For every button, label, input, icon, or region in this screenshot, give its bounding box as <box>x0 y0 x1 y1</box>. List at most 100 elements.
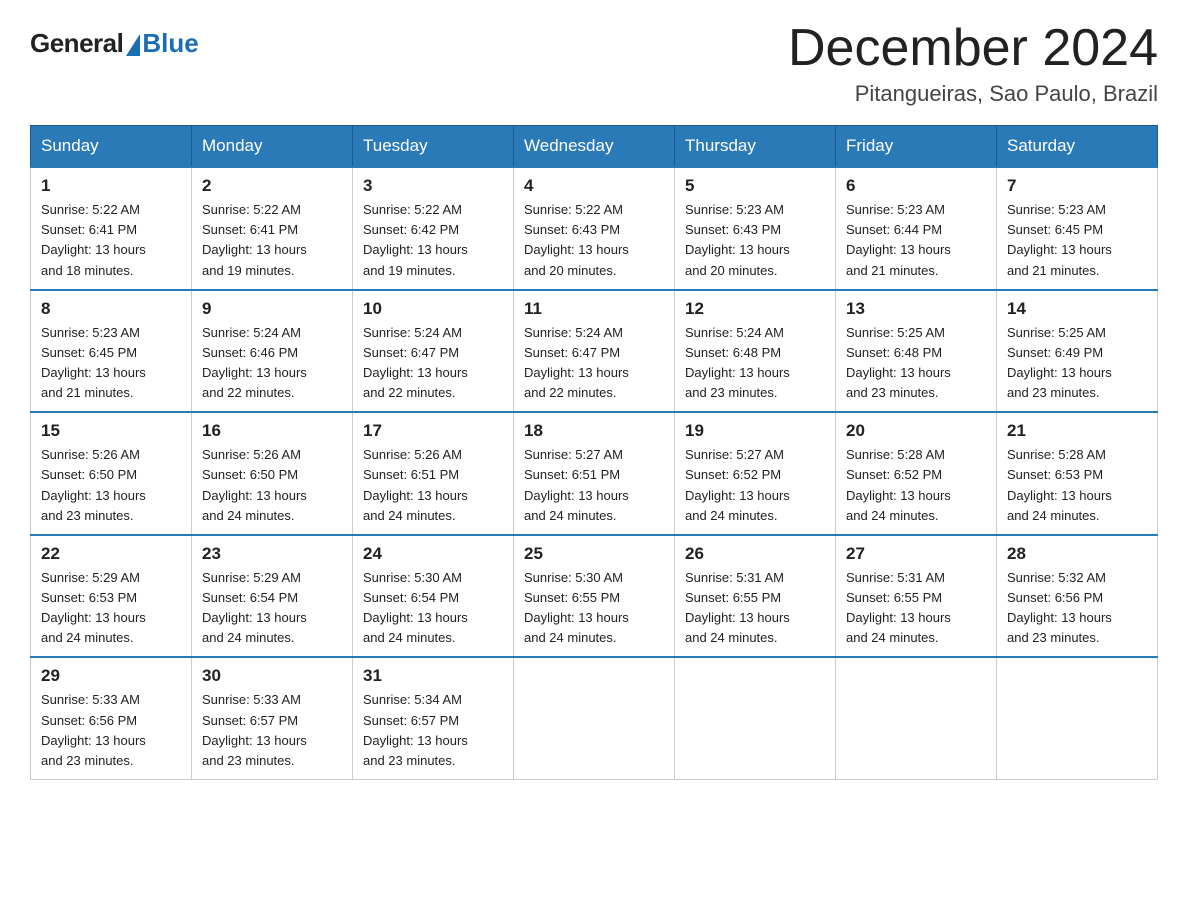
calendar-header-row: SundayMondayTuesdayWednesdayThursdayFrid… <box>31 126 1158 168</box>
calendar-cell: 24 Sunrise: 5:30 AMSunset: 6:54 PMDayligh… <box>353 535 514 658</box>
day-number: 9 <box>202 299 342 319</box>
calendar-cell: 29Sunrise: 5:33 AMSunset: 6:56 PMDayligh… <box>31 657 192 779</box>
header-monday: Monday <box>192 126 353 168</box>
calendar-cell: 25 Sunrise: 5:30 AMSunset: 6:55 PMDayligh… <box>514 535 675 658</box>
calendar-cell: 17 Sunrise: 5:26 AMSunset: 6:51 PMDayligh… <box>353 412 514 535</box>
day-info: Sunrise: 5:34 AMSunset: 6:57 PMDaylight:… <box>363 690 503 771</box>
calendar-cell: 3Sunrise: 5:22 AMSunset: 6:42 PMDaylight… <box>353 167 514 290</box>
month-title: December 2024 <box>788 20 1158 77</box>
calendar-cell: 15Sunrise: 5:26 AMSunset: 6:50 PMDayligh… <box>31 412 192 535</box>
day-number: 22 <box>41 544 181 564</box>
day-info: Sunrise: 5:22 AMSunset: 6:43 PMDaylight:… <box>524 200 664 281</box>
calendar-cell: 31 Sunrise: 5:34 AMSunset: 6:57 PMDayligh… <box>353 657 514 779</box>
calendar-cell: 2 Sunrise: 5:22 AMSunset: 6:41 PMDaylight… <box>192 167 353 290</box>
day-info: Sunrise: 5:25 AMSunset: 6:48 PMDaylight:… <box>846 323 986 404</box>
page-header: General Blue December 2024 Pitangueiras,… <box>30 20 1158 107</box>
day-number: 8 <box>41 299 181 319</box>
day-info: Sunrise: 5:24 AMSunset: 6:47 PMDaylight:… <box>363 323 503 404</box>
calendar-cell: 8 Sunrise: 5:23 AMSunset: 6:45 PMDaylight… <box>31 290 192 413</box>
day-info: Sunrise: 5:27 AMSunset: 6:52 PMDaylight:… <box>685 445 825 526</box>
day-number: 18 <box>524 421 664 441</box>
day-number: 17 <box>363 421 503 441</box>
day-info: Sunrise: 5:29 AMSunset: 6:53 PMDaylight:… <box>41 568 181 649</box>
day-number: 16 <box>202 421 342 441</box>
day-info: Sunrise: 5:29 AMSunset: 6:54 PMDaylight:… <box>202 568 342 649</box>
day-info: Sunrise: 5:28 AMSunset: 6:53 PMDaylight:… <box>1007 445 1147 526</box>
calendar-cell: 27Sunrise: 5:31 AMSunset: 6:55 PMDayligh… <box>836 535 997 658</box>
logo-general-text: General <box>30 28 123 59</box>
day-info: Sunrise: 5:22 AMSunset: 6:41 PMDaylight:… <box>202 200 342 281</box>
calendar-cell: 6 Sunrise: 5:23 AMSunset: 6:44 PMDaylight… <box>836 167 997 290</box>
day-number: 6 <box>846 176 986 196</box>
week-row-5: 29Sunrise: 5:33 AMSunset: 6:56 PMDayligh… <box>31 657 1158 779</box>
day-info: Sunrise: 5:24 AMSunset: 6:46 PMDaylight:… <box>202 323 342 404</box>
day-info: Sunrise: 5:23 AMSunset: 6:44 PMDaylight:… <box>846 200 986 281</box>
calendar-cell: 18Sunrise: 5:27 AMSunset: 6:51 PMDayligh… <box>514 412 675 535</box>
day-info: Sunrise: 5:33 AMSunset: 6:57 PMDaylight:… <box>202 690 342 771</box>
calendar-cell <box>997 657 1158 779</box>
calendar-table: SundayMondayTuesdayWednesdayThursdayFrid… <box>30 125 1158 780</box>
day-number: 21 <box>1007 421 1147 441</box>
calendar-cell: 20 Sunrise: 5:28 AMSunset: 6:52 PMDayligh… <box>836 412 997 535</box>
day-info: Sunrise: 5:30 AMSunset: 6:55 PMDaylight:… <box>524 568 664 649</box>
day-info: Sunrise: 5:23 AMSunset: 6:43 PMDaylight:… <box>685 200 825 281</box>
day-number: 27 <box>846 544 986 564</box>
day-info: Sunrise: 5:22 AMSunset: 6:41 PMDaylight:… <box>41 200 181 281</box>
calendar-cell <box>514 657 675 779</box>
day-number: 5 <box>685 176 825 196</box>
header-friday: Friday <box>836 126 997 168</box>
day-number: 31 <box>363 666 503 686</box>
day-number: 12 <box>685 299 825 319</box>
header-thursday: Thursday <box>675 126 836 168</box>
day-number: 10 <box>363 299 503 319</box>
day-number: 28 <box>1007 544 1147 564</box>
day-info: Sunrise: 5:24 AMSunset: 6:48 PMDaylight:… <box>685 323 825 404</box>
calendar-cell: 23Sunrise: 5:29 AMSunset: 6:54 PMDayligh… <box>192 535 353 658</box>
day-info: Sunrise: 5:32 AMSunset: 6:56 PMDaylight:… <box>1007 568 1147 649</box>
calendar-cell: 13 Sunrise: 5:25 AMSunset: 6:48 PMDayligh… <box>836 290 997 413</box>
calendar-cell <box>836 657 997 779</box>
day-number: 25 <box>524 544 664 564</box>
calendar-cell: 5 Sunrise: 5:23 AMSunset: 6:43 PMDaylight… <box>675 167 836 290</box>
day-number: 26 <box>685 544 825 564</box>
day-number: 2 <box>202 176 342 196</box>
header-saturday: Saturday <box>997 126 1158 168</box>
logo-blue-text: Blue <box>142 28 198 59</box>
week-row-1: 1 Sunrise: 5:22 AMSunset: 6:41 PMDaylight… <box>31 167 1158 290</box>
day-number: 24 <box>363 544 503 564</box>
calendar-cell: 26 Sunrise: 5:31 AMSunset: 6:55 PMDayligh… <box>675 535 836 658</box>
calendar-cell: 11Sunrise: 5:24 AMSunset: 6:47 PMDayligh… <box>514 290 675 413</box>
title-area: December 2024 Pitangueiras, Sao Paulo, B… <box>788 20 1158 107</box>
calendar-cell: 14Sunrise: 5:25 AMSunset: 6:49 PMDayligh… <box>997 290 1158 413</box>
day-info: Sunrise: 5:24 AMSunset: 6:47 PMDaylight:… <box>524 323 664 404</box>
day-number: 29 <box>41 666 181 686</box>
calendar-cell: 16 Sunrise: 5:26 AMSunset: 6:50 PMDayligh… <box>192 412 353 535</box>
day-info: Sunrise: 5:30 AMSunset: 6:54 PMDaylight:… <box>363 568 503 649</box>
calendar-cell: 4 Sunrise: 5:22 AMSunset: 6:43 PMDaylight… <box>514 167 675 290</box>
calendar-cell: 22 Sunrise: 5:29 AMSunset: 6:53 PMDayligh… <box>31 535 192 658</box>
day-info: Sunrise: 5:28 AMSunset: 6:52 PMDaylight:… <box>846 445 986 526</box>
day-info: Sunrise: 5:26 AMSunset: 6:51 PMDaylight:… <box>363 445 503 526</box>
calendar-cell <box>675 657 836 779</box>
day-info: Sunrise: 5:26 AMSunset: 6:50 PMDaylight:… <box>202 445 342 526</box>
calendar-cell: 1 Sunrise: 5:22 AMSunset: 6:41 PMDaylight… <box>31 167 192 290</box>
day-number: 3 <box>363 176 503 196</box>
day-number: 4 <box>524 176 664 196</box>
location-title: Pitangueiras, Sao Paulo, Brazil <box>788 81 1158 107</box>
day-number: 19 <box>685 421 825 441</box>
logo: General Blue <box>30 28 199 59</box>
day-info: Sunrise: 5:23 AMSunset: 6:45 PMDaylight:… <box>1007 200 1147 281</box>
calendar-cell: 28 Sunrise: 5:32 AMSunset: 6:56 PMDayligh… <box>997 535 1158 658</box>
day-number: 13 <box>846 299 986 319</box>
calendar-cell: 30Sunrise: 5:33 AMSunset: 6:57 PMDayligh… <box>192 657 353 779</box>
day-number: 1 <box>41 176 181 196</box>
day-number: 15 <box>41 421 181 441</box>
day-info: Sunrise: 5:31 AMSunset: 6:55 PMDaylight:… <box>685 568 825 649</box>
day-number: 7 <box>1007 176 1147 196</box>
calendar-cell: 10 Sunrise: 5:24 AMSunset: 6:47 PMDayligh… <box>353 290 514 413</box>
logo-triangle-icon <box>126 34 140 56</box>
day-info: Sunrise: 5:23 AMSunset: 6:45 PMDaylight:… <box>41 323 181 404</box>
header-sunday: Sunday <box>31 126 192 168</box>
day-info: Sunrise: 5:25 AMSunset: 6:49 PMDaylight:… <box>1007 323 1147 404</box>
day-number: 20 <box>846 421 986 441</box>
